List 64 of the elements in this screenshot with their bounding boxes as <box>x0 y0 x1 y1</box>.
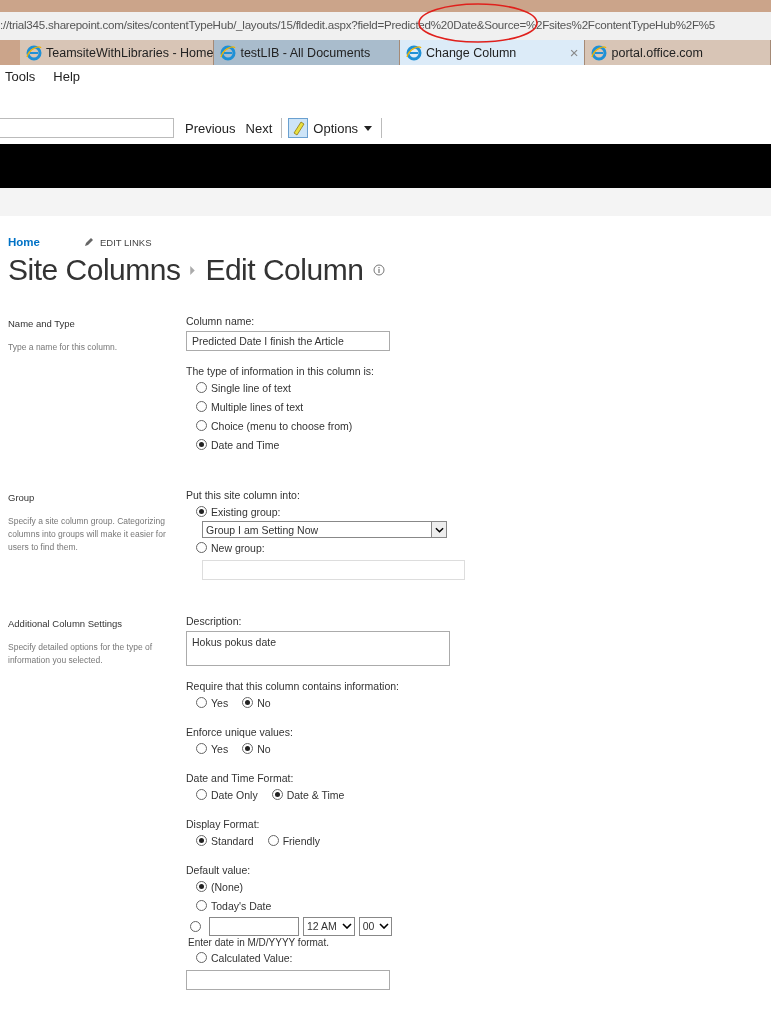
home-link[interactable]: Home <box>8 236 40 248</box>
date-field[interactable] <box>209 916 299 936</box>
radio-label: Standard <box>211 834 254 847</box>
radio-label: Date & Time <box>286 788 345 801</box>
field-label: Enforce unique values: <box>186 725 294 739</box>
field-label: Description: <box>186 614 243 628</box>
menu-item[interactable]: Tools <box>5 69 36 84</box>
radio-label: Single line of text <box>211 381 291 394</box>
browser-tab[interactable]: Change Column × <box>399 40 586 65</box>
radio-label: No <box>257 742 271 755</box>
field-label: Default value: <box>186 863 252 877</box>
text-field[interactable] <box>202 560 465 580</box>
field-label: Column name: <box>186 314 256 328</box>
section-title: Name and Type <box>8 318 76 329</box>
radio-label: (None) <box>211 880 244 893</box>
field-label: The type of information in this column is: <box>186 364 375 378</box>
toolbar-button[interactable]: Next <box>240 120 278 136</box>
section-description: Type a name for this column. <box>8 341 119 354</box>
edit-links-link[interactable]: EDIT LINKS <box>99 236 152 248</box>
browser-logo-icon <box>220 44 237 61</box>
radio-label: Yes <box>211 696 229 709</box>
radio-label: New group: <box>211 541 265 554</box>
browser-tab[interactable]: TeamsiteWithLibraries - Home <box>20 40 215 65</box>
menu-item[interactable]: Help <box>53 69 81 84</box>
field-label: Date and Time Format: <box>186 771 295 785</box>
options-button[interactable]: Options <box>308 120 378 136</box>
toolbar-button[interactable]: Previous <box>180 120 241 136</box>
description-field[interactable]: Hokus pokus date <box>186 631 450 666</box>
field-label: Require that this column contains information: <box>186 679 401 693</box>
section-description: Specify detailed options for the type of information you selected. <box>8 641 154 667</box>
radio-label: Multiple lines of text <box>211 400 304 413</box>
pencil-icon <box>83 237 94 247</box>
breadcrumb-arrow-icon <box>190 265 196 275</box>
radio-label: Friendly <box>282 834 320 847</box>
page-title: Edit Column <box>205 253 364 287</box>
radio-label: Calculated Value: <box>211 951 293 964</box>
radio-label: No <box>257 696 271 709</box>
browser-logo-icon <box>26 44 42 61</box>
radio-label: Today's Date <box>211 899 272 912</box>
text-field[interactable] <box>186 970 390 990</box>
field-label: Display Format: <box>186 817 261 831</box>
radio-label: Yes <box>211 742 229 755</box>
section-description: Specify a site column group. Categorizing columns into groups will make it easier for users to find them. <box>8 515 167 554</box>
radio-label: Choice (menu to choose from) <box>211 419 353 432</box>
breadcrumb-title[interactable]: Site Columns <box>8 253 181 287</box>
browser-tab[interactable]: portal.office.com <box>585 40 771 65</box>
browser-logo-icon <box>405 44 422 61</box>
find-field[interactable] <box>0 118 174 138</box>
section-title: Group <box>8 492 36 503</box>
minute-dropdown[interactable]: 00 <box>358 916 393 936</box>
hour-dropdown[interactable]: 12 AM <box>303 916 355 936</box>
highlighter-icon[interactable] <box>288 118 309 138</box>
browser-tab[interactable]: testLIB - All Documents <box>214 40 400 65</box>
radio-label: Date Only <box>211 788 258 801</box>
format-hint: Enter date in M/D/YYYY format. <box>187 937 330 948</box>
section-title: Additional Column Settings <box>8 618 124 629</box>
group-dropdown[interactable]: Group I am Setting Now <box>202 521 447 538</box>
radio-label: Date and Time <box>211 438 280 451</box>
radio-label: Existing group: <box>211 505 281 518</box>
info-icon[interactable] <box>373 264 386 276</box>
field-label: Put this site column into: <box>186 488 301 502</box>
browser-logo-icon <box>591 44 608 61</box>
text-field[interactable]: Predicted Date I finish the Article <box>186 331 390 351</box>
caret-icon <box>364 125 373 131</box>
